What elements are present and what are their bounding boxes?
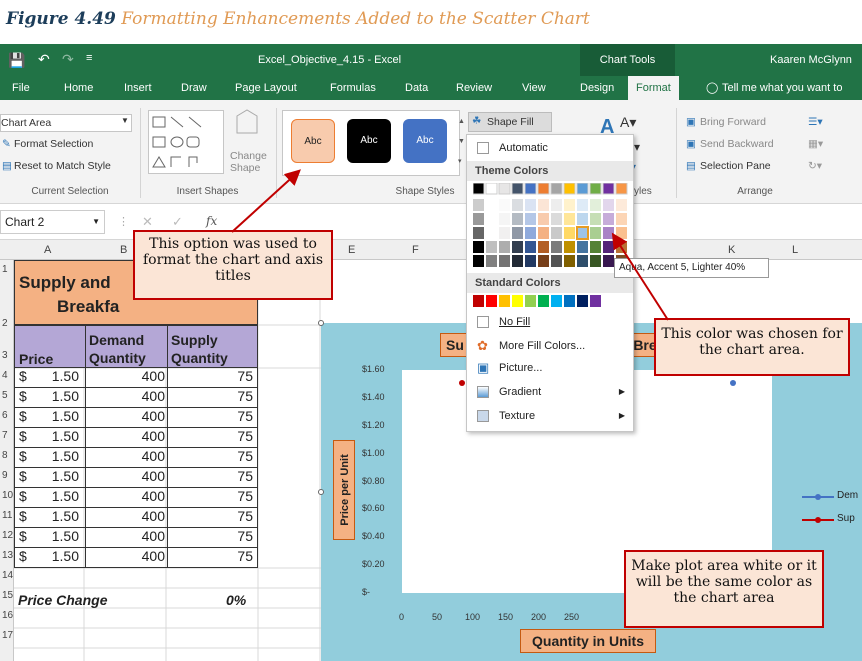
annotation-arrows [231,169,669,321]
arrow-to-styles [231,169,301,233]
arrow-to-swatch [611,232,669,321]
